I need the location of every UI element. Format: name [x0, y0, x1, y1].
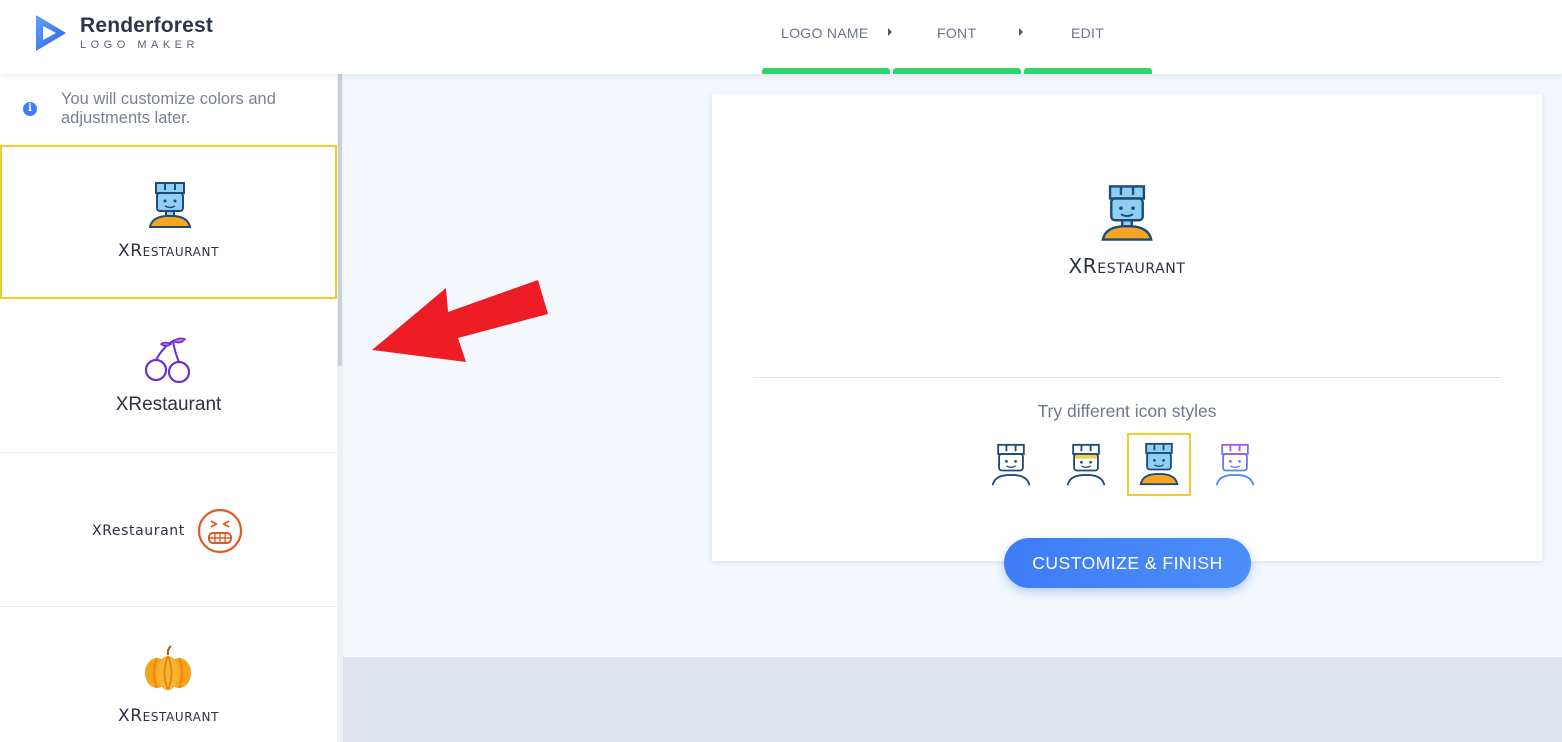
step-edit[interactable]: EDIT — [1071, 25, 1104, 41]
brand-subtitle: LOGO MAKER — [80, 39, 199, 51]
logo-options-sidebar: i You will customize colors and adjustme… — [0, 74, 343, 742]
icon-style-option-gradient[interactable] — [1202, 433, 1266, 496]
sidebar-scrollbar-thumb[interactable] — [338, 74, 342, 366]
step-progress-bar — [1024, 68, 1152, 74]
step-arrow-icon — [1019, 28, 1023, 36]
cherry-icon — [144, 337, 191, 383]
icon-style-option-filled[interactable] — [1127, 433, 1191, 496]
logo-option-card[interactable]: XRestaurant — [0, 145, 337, 299]
top-header: Renderforest LOGO MAKER LOGO NAME FONT E… — [0, 0, 1562, 74]
logo-preview-text: XRestaurant — [1068, 254, 1186, 278]
logo-option-card[interactable]: XRestaurant — [0, 299, 337, 453]
icon-style-option-outline-accent[interactable] — [1053, 433, 1117, 496]
step-progress-bar — [893, 68, 1021, 74]
info-icon: i — [23, 102, 37, 116]
step-logo-name[interactable]: LOGO NAME — [781, 25, 869, 41]
chef-icon — [1101, 185, 1153, 241]
info-text: You will customize colors and adjustment… — [61, 90, 276, 127]
chef-outline-icon — [991, 443, 1031, 486]
chef-gradient-icon — [1215, 443, 1255, 486]
logo-preview-panel: XRestaurant Try different icon styles — [712, 94, 1542, 561]
footer-band — [343, 657, 1562, 742]
step-navigation: LOGO NAME FONT EDIT — [760, 0, 1152, 74]
customize-finish-button[interactable]: CUSTOMIZE & FINISH — [1004, 538, 1251, 588]
brand[interactable]: Renderforest LOGO MAKER — [34, 13, 213, 53]
divider — [754, 377, 1501, 378]
logo-option-card[interactable]: XRestaurant — [0, 453, 337, 607]
grimace-face-icon — [197, 508, 243, 554]
step-progress-bar — [762, 68, 890, 74]
info-notice: i You will customize colors and adjustme… — [0, 74, 337, 146]
chef-icon — [148, 182, 192, 228]
logo-option-label: XRestaurant — [115, 394, 222, 415]
red-arrow-annotation-icon — [372, 280, 548, 362]
play-logo-icon — [36, 15, 66, 51]
logo-option-card[interactable]: XRestaurant — [0, 607, 337, 742]
logo-option-label: XRestaurant — [117, 241, 219, 261]
logo-option-label: XRestaurant — [92, 523, 185, 539]
icon-styles-title: Try different icon styles — [1037, 401, 1217, 421]
icon-style-option-outline[interactable] — [978, 433, 1042, 496]
chef-accent-icon — [1066, 443, 1106, 486]
chef-filled-icon — [1139, 442, 1179, 486]
pumpkin-icon — [145, 645, 191, 691]
step-font[interactable]: FONT — [937, 25, 976, 41]
step-arrow-icon — [888, 28, 892, 36]
brand-name: Renderforest — [80, 14, 214, 37]
logo-option-label: XRestaurant — [117, 706, 219, 726]
